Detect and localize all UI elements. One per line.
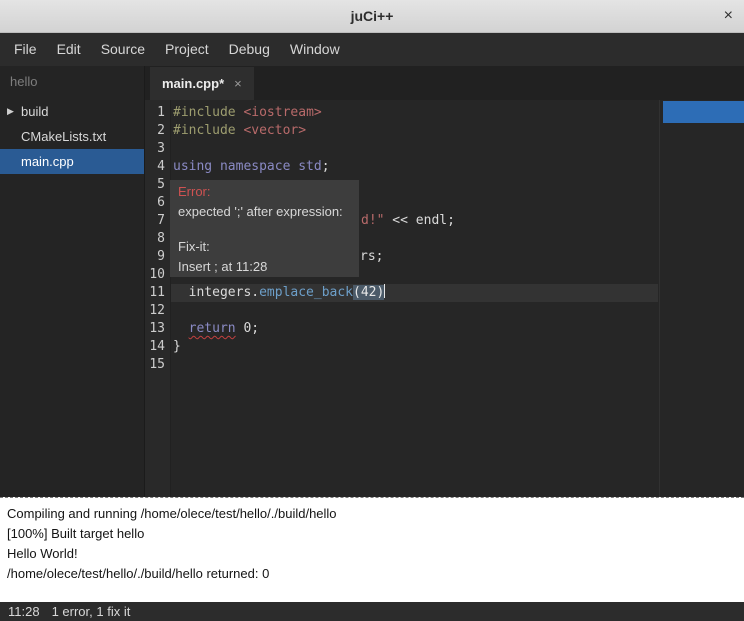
code-line-12[interactable]: 12 [145, 302, 744, 320]
tree-item-label: build [21, 104, 48, 119]
output-line: Compiling and running /home/olece/test/h… [7, 504, 737, 524]
code-line-13[interactable]: 13 return 0; [145, 320, 744, 338]
code-text: #include <iostream> [173, 105, 322, 120]
menu-source[interactable]: Source [91, 33, 155, 66]
editor-region: main.cpp* × 1 #include <iostream> 2 #includ… [145, 66, 744, 497]
menubar: FileEditSourceProjectDebugWindow [0, 33, 744, 66]
tooltip-fixit-text: Insert ; at 11:28 [178, 257, 351, 277]
line-number: 6 [145, 194, 165, 212]
code-text: return 0; [173, 321, 259, 336]
code-line-11[interactable]: 11 integers.emplace_back(42) [145, 284, 744, 302]
tree-item-build[interactable]: ▶build [0, 99, 144, 124]
line-number: 12 [145, 302, 165, 320]
code-text: } [173, 339, 181, 354]
cursor-position: 11:28 [8, 604, 40, 619]
close-icon[interactable]: × [724, 6, 733, 26]
tab-close-icon[interactable]: × [234, 76, 242, 91]
line-number: 4 [145, 158, 165, 176]
menu-window[interactable]: Window [280, 33, 350, 66]
diagnostic-tooltip: Error: expected ';' after expression: Fi… [170, 180, 359, 277]
output-line: Hello World! [7, 544, 737, 564]
code-line-15[interactable]: 15 [145, 356, 744, 374]
line-number: 13 [145, 320, 165, 338]
menu-project[interactable]: Project [155, 33, 219, 66]
line-number: 9 [145, 248, 165, 266]
line-number: 11 [145, 284, 165, 302]
line-number: 10 [145, 266, 165, 284]
menu-debug[interactable]: Debug [219, 33, 280, 66]
line-number: 14 [145, 338, 165, 356]
sidebar: hello ▶build CMakeLists.txt main.cpp [0, 66, 145, 497]
diagnostics-summary[interactable]: 1 error, 1 fix it [52, 604, 131, 619]
statusbar: 11:28 1 error, 1 fix it [0, 602, 744, 621]
output-line: /home/olece/test/hello/./build/hello ret… [7, 564, 737, 584]
tab-main-cpp[interactable]: main.cpp* × [150, 67, 254, 100]
code-line-14[interactable]: 14} [145, 338, 744, 356]
tab-label: main.cpp* [162, 76, 224, 91]
line-number: 15 [145, 356, 165, 374]
line-number: 8 [145, 230, 165, 248]
output-line: [100%] Built target hello [7, 524, 737, 544]
titlebar: juCi++ × [0, 0, 744, 33]
output-panel[interactable]: Compiling and running /home/olece/test/h… [0, 497, 744, 602]
line-number: 3 [145, 140, 165, 158]
code-line-4[interactable]: 4 using namespace std; [145, 158, 744, 176]
tree-item-label: main.cpp [21, 154, 74, 169]
window-title: juCi++ [351, 8, 394, 24]
tooltip-fixit-label: Fix-it: [178, 237, 351, 257]
line-number: 1 [145, 104, 165, 122]
code-line-1[interactable]: 1 #include <iostream> [145, 104, 744, 122]
code-line-3[interactable]: 3 [145, 140, 744, 158]
line-number: 5 [145, 176, 165, 194]
text-caret [384, 284, 385, 298]
code-text: #include <vector> [173, 123, 306, 138]
line-number: 7 [145, 212, 165, 230]
tabbar: main.cpp* × [145, 66, 744, 100]
project-name: hello [0, 66, 144, 99]
file-tree: ▶build CMakeLists.txt main.cpp [0, 99, 144, 174]
tooltip-error-label: Error: [178, 182, 351, 202]
tree-item-main-cpp[interactable]: main.cpp [0, 149, 144, 174]
code-text: using namespace std; [173, 159, 330, 174]
tree-item-label: CMakeLists.txt [21, 129, 106, 144]
line-number: 2 [145, 122, 165, 140]
code-line-2[interactable]: 2 #include <vector> [145, 122, 744, 140]
expander-icon[interactable]: ▶ [7, 106, 21, 117]
tooltip-error-text: expected ';' after expression: [178, 202, 351, 222]
code-text: integers.emplace_back(42) [173, 285, 385, 300]
tree-item-cmakelists-txt[interactable]: CMakeLists.txt [0, 124, 144, 149]
menu-edit[interactable]: Edit [47, 33, 91, 66]
menu-file[interactable]: File [4, 33, 47, 66]
code-editor[interactable]: 1 #include <iostream> 2 #include <vector> 34… [145, 100, 744, 497]
